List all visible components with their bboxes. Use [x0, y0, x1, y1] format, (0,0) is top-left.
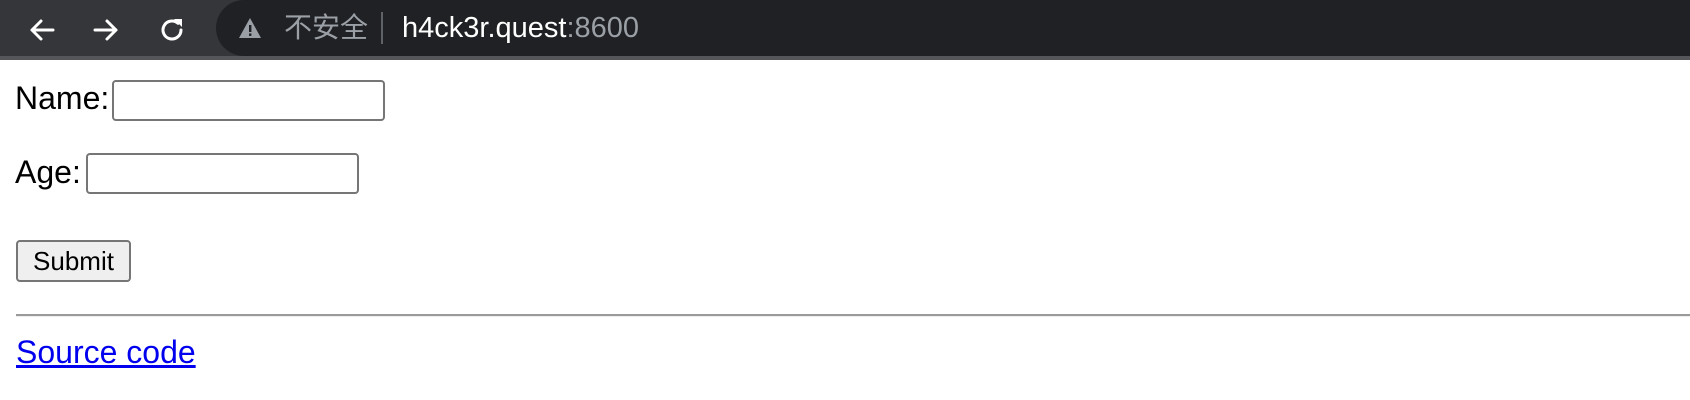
forward-button[interactable] [86, 10, 126, 50]
back-button[interactable] [22, 10, 62, 50]
horizontal-divider [16, 314, 1690, 317]
url-port: :8600 [566, 12, 640, 44]
security-status-text[interactable]: 不安全 [284, 12, 368, 44]
reload-icon [161, 19, 183, 41]
browser-toolbar: 不安全 h4ck3r.quest:8600 [0, 0, 1690, 60]
source-code-link[interactable]: Source code [16, 334, 196, 370]
address-bar[interactable]: 不安全 h4ck3r.quest:8600 [216, 0, 1690, 56]
name-input[interactable] [112, 80, 385, 121]
warning-triangle-icon[interactable] [238, 17, 262, 39]
url-host: h4ck3r.quest [402, 12, 567, 44]
url-text[interactable]: h4ck3r.quest:8600 [402, 11, 639, 45]
age-label: Age: [15, 154, 81, 190]
reload-button[interactable] [152, 10, 192, 50]
age-input[interactable] [86, 153, 359, 194]
arrow-left-icon [30, 19, 55, 41]
name-label: Name: [15, 80, 110, 116]
omnibox-divider [381, 12, 383, 44]
page-content: Name: Age: Submit Source code [0, 64, 1690, 400]
arrow-right-icon [93, 19, 118, 41]
submit-button[interactable]: Submit [16, 240, 131, 282]
